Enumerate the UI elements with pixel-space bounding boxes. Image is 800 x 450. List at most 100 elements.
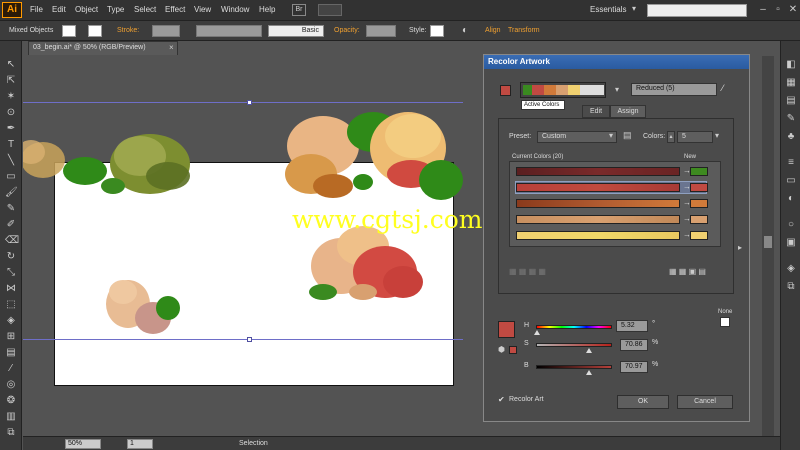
menu-type[interactable]: Type [107,5,124,14]
free-transform-tool-icon[interactable]: ⬚ [5,299,17,311]
saturation-slider[interactable] [536,343,612,347]
layers-icon[interactable]: ◈ [785,263,797,275]
transform-label[interactable]: Transform [508,27,540,34]
color-row[interactable]: → [516,214,708,225]
stroke-weight-field[interactable] [152,25,180,37]
workspace-switcher[interactable]: Essentials [590,5,626,14]
hue-slider-thumb[interactable] [534,330,540,335]
rotate-tool-icon[interactable]: ↻ [5,251,17,263]
randomize-icon[interactable]: ▦ ▦ ▣ ▤ [669,267,706,276]
graph-tool-icon[interactable]: ▥ [5,411,17,423]
scale-tool-icon[interactable]: ⤡ [5,267,17,279]
swatches-icon[interactable]: ▤ [785,95,797,107]
recolor-icon[interactable]: ◐ [462,25,468,36]
current-color-bar[interactable] [516,199,680,208]
blob-brush-tool-icon[interactable]: ✐ [5,219,17,231]
paintbrush-tool-icon[interactable]: 🖌 [5,187,18,199]
fill-swatch-small[interactable] [509,346,517,354]
brightness-slider[interactable] [536,365,612,369]
tab-assign[interactable]: Assign [610,105,646,118]
stroke-swatch[interactable] [88,25,102,37]
preset-name-field[interactable]: Reduced (5) [631,83,717,96]
new-color-swatch[interactable] [690,231,708,240]
transparency-icon[interactable]: ◐ [785,193,797,205]
none-swatch[interactable] [720,317,730,327]
variable-width-field[interactable] [196,25,262,37]
menu-window[interactable]: Window [221,5,249,14]
magic-wand-tool-icon[interactable]: ✶ [5,91,17,103]
search-input[interactable] [647,4,747,17]
zoom-level-field[interactable]: 50% [65,439,101,449]
color-row[interactable]: → [515,181,708,194]
scrollbar-thumb[interactable] [764,236,772,248]
eraser-tool-icon[interactable]: ⌫ [5,235,19,247]
ok-button[interactable]: OK [617,395,669,409]
fill-swatch[interactable] [62,25,76,37]
hue-slider[interactable] [536,325,612,329]
saturation-slider-thumb[interactable] [586,348,592,353]
eyedropper-tool-icon[interactable]: ⁄ [5,363,17,375]
current-color-preview[interactable] [498,321,515,338]
mesh-tool-icon[interactable]: ⊞ [5,331,17,343]
color-row-tools-icon[interactable]: ▦ ▦ ▦ ▦ [509,267,546,276]
menu-effect[interactable]: Effect [165,5,185,14]
cube-icon[interactable]: ⬢ [498,345,505,354]
opacity-field[interactable] [366,25,396,37]
artboard-number-field[interactable]: 1 [127,439,153,449]
brightness-value-field[interactable]: 70.97 [620,361,648,373]
appearance-icon[interactable]: ○ [785,219,797,231]
color-panel-icon[interactable]: ◧ [785,59,797,71]
rectangle-tool-icon[interactable]: ▭ [5,171,17,183]
expand-panel-icon[interactable]: ▸ [738,243,742,252]
maximize-icon[interactable]: ▫ [771,3,785,17]
stroke-label[interactable]: Stroke: [117,27,139,34]
gradient-tool-icon[interactable]: ▤ [5,347,17,359]
bridge-button[interactable]: Br [292,4,306,16]
new-color-swatch[interactable] [690,199,708,208]
current-color-bar[interactable] [516,183,680,192]
shape-builder-tool-icon[interactable]: ◈ [5,315,17,327]
pen-tool-icon[interactable]: ✒ [5,123,17,135]
tab-edit[interactable]: Edit [582,105,610,118]
menu-object[interactable]: Object [75,5,98,14]
arrange-documents-button[interactable] [318,4,342,16]
chevron-down-icon[interactable]: ▾ [715,131,719,140]
pencil-tool-icon[interactable]: ✎ [5,203,17,215]
symbol-sprayer-tool-icon[interactable]: ❂ [5,395,17,407]
color-row[interactable]: → [516,166,708,177]
selection-tool-icon[interactable]: ↖ [5,59,17,71]
menu-help[interactable]: Help [259,5,275,14]
recolor-art-checkbox[interactable]: ✔ [498,395,505,404]
preset-dropdown[interactable]: Custom [537,131,617,143]
width-tool-icon[interactable]: ⋈ [5,283,17,295]
eyedropper-icon[interactable]: ⁄ [722,83,724,93]
colors-count-field[interactable]: 5 [677,131,713,143]
hue-value-field[interactable]: 5.32 [616,320,648,332]
menu-select[interactable]: Select [134,5,156,14]
align-label[interactable]: Align [485,27,501,34]
chevron-down-icon[interactable]: ▾ [615,85,619,94]
close-tab-icon[interactable]: × [169,43,174,52]
menu-file[interactable]: File [30,5,43,14]
stroke-panel-icon[interactable]: ≡ [785,157,797,169]
colors-step-icon[interactable]: ▴ [667,131,675,143]
line-tool-icon[interactable]: ╲ [5,155,17,167]
saturation-value-field[interactable]: 70.86 [620,339,648,351]
graphic-style-swatch[interactable] [430,25,444,37]
symbols-icon[interactable]: ♣ [785,131,797,143]
stroke-style-dropdown[interactable]: Basic [268,25,324,37]
color-row[interactable]: → [516,230,708,241]
active-colors-strip[interactable] [520,82,606,98]
current-color-bar[interactable] [516,231,680,240]
type-tool-icon[interactable]: T [5,139,17,151]
new-color-swatch[interactable] [690,183,708,192]
lasso-tool-icon[interactable]: ⊙ [5,107,17,119]
current-color-bar[interactable] [516,167,680,176]
document-tab[interactable]: 03_begin.ai* @ 50% (RGB/Preview) × [28,41,178,55]
new-color-swatch[interactable] [690,215,708,224]
color-guide-icon[interactable]: ▦ [785,77,797,89]
brushes-icon[interactable]: ✎ [785,113,797,125]
blend-tool-icon[interactable]: ◎ [5,379,17,391]
brightness-slider-thumb[interactable] [586,370,592,375]
vertical-scrollbar[interactable] [762,56,774,436]
